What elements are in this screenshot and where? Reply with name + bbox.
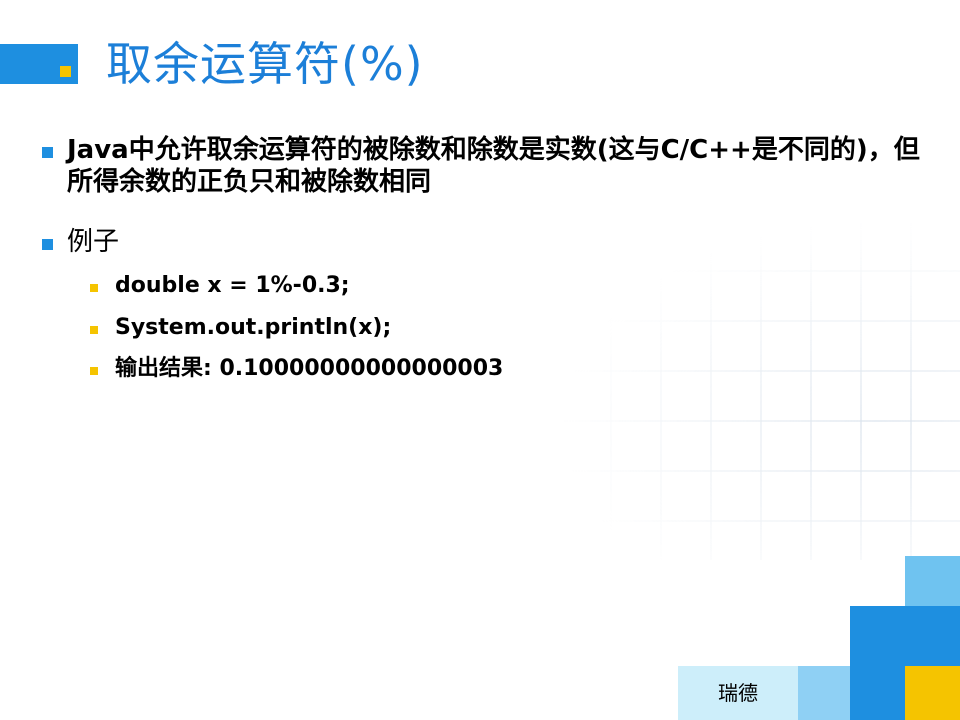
- sub-bullet-text: System.out.println(x);: [115, 315, 392, 340]
- sub-bullet-square-icon: [90, 367, 98, 375]
- bullet-square-icon: [42, 239, 53, 250]
- footer-label: 瑞德: [678, 666, 798, 720]
- deco-block: [905, 556, 960, 606]
- bullet-square-icon: [42, 147, 53, 158]
- header-accent-bar: [0, 44, 78, 84]
- deco-block: [850, 666, 905, 720]
- sub-bullet-text: double x = 1%-0.3;: [115, 273, 350, 298]
- bullet-text: 例子: [67, 227, 120, 257]
- deco-block: [905, 666, 960, 720]
- sub-bullet-text: 输出结果: 0.10000000000000003: [115, 356, 504, 381]
- header-accent-square: [60, 66, 71, 77]
- bullet-text: Java中允许取余运算符的被除数和除数是实数(这与C/C++是不同的)，但所得余…: [67, 135, 920, 197]
- slide-title: 取余运算符(%): [106, 37, 424, 91]
- sub-bullet-square-icon: [90, 284, 98, 292]
- deco-block: [798, 666, 850, 720]
- deco-block: [850, 606, 960, 666]
- grid-watermark: [560, 220, 960, 560]
- slide: 取余运算符(%) Java中允许取余运算符的被除数和除数是实数(这与C/C++是…: [0, 0, 960, 720]
- sub-bullet-square-icon: [90, 326, 98, 334]
